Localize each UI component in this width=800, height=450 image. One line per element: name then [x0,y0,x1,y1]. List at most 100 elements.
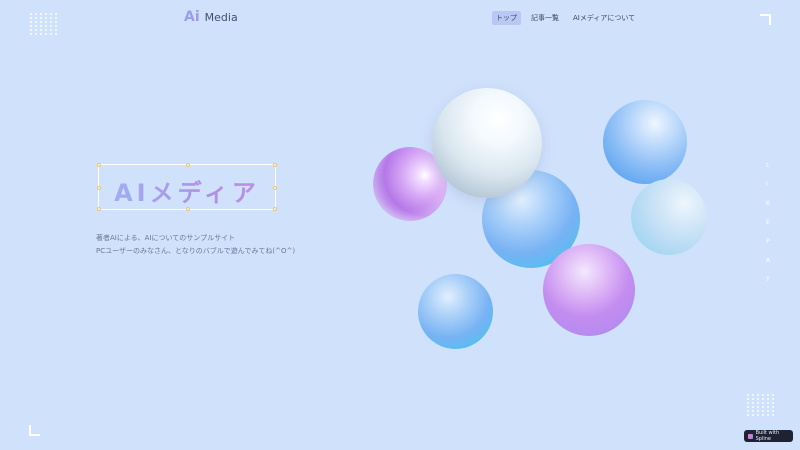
decorative-dot [767,398,769,400]
decorative-dot-grid-bottom-right [747,394,775,416]
decorative-dot [747,398,749,400]
decorative-dot [40,13,42,15]
decorative-dot [772,410,774,412]
decorative-dot [40,33,42,35]
decorative-dot [35,25,37,27]
decorative-dot [772,398,774,400]
decorative-dot [772,394,774,396]
main-nav: トップ 記事一覧 AIメディアについて [492,11,639,25]
decorative-dot [40,29,42,31]
decorative-dot [762,410,764,412]
decorative-dot [752,410,754,412]
decorative-dot [35,33,37,35]
hero-title: AIメディア [99,173,275,208]
decorative-dot [747,394,749,396]
nav-item-about[interactable]: AIメディアについて [569,11,639,25]
decorative-dot [45,13,47,15]
decorative-dot [772,406,774,408]
decorative-dot [767,394,769,396]
decorative-dot [55,29,57,31]
decorative-dot [757,406,759,408]
decorative-dot [55,13,57,15]
decorative-dot [30,21,32,23]
decorative-corner-bottom-left [29,425,40,436]
hero-description: 著者AIによる、AIについてのサンプルサイト PCユーザーのみなさん、となりのバ… [96,232,295,258]
decorative-dot [30,17,32,19]
spline-icon [748,433,753,439]
decorative-dot [762,398,764,400]
decorative-dot [747,410,749,412]
logo-text: Media [204,10,238,24]
side-letter: Y [766,276,770,283]
side-letter: A [766,257,771,264]
decorative-dot [30,25,32,27]
side-letter: K [766,200,770,207]
decorative-dot [752,394,754,396]
decorative-dot [767,410,769,412]
decorative-dot [50,17,52,19]
decorative-dot [757,394,759,396]
decorative-dot [55,33,57,35]
hero-title-frame: AIメディア [97,163,277,211]
frame-handle [97,163,101,167]
side-vertical-text: L I K E P A Y [766,162,770,283]
decorative-corner-top-right [760,14,771,25]
decorative-dot [752,402,754,404]
decorative-dot [752,406,754,408]
decorative-dot [50,13,52,15]
logo-mark: Ai [184,9,200,25]
frame-handle [186,163,190,167]
decorative-dot [50,25,52,27]
decorative-dot [45,25,47,27]
decorative-dot [752,398,754,400]
decorative-dot [757,410,759,412]
nav-item-top[interactable]: トップ [492,11,521,25]
decorative-dot [50,33,52,35]
side-letter: L [766,162,770,169]
decorative-dot [45,29,47,31]
decorative-dot [762,402,764,404]
nav-item-articles[interactable]: 記事一覧 [527,11,563,25]
hero-description-line: 著者AIによる、AIについてのサンプルサイト [96,234,236,242]
decorative-dot [747,406,749,408]
decorative-dot [50,29,52,31]
site-logo[interactable]: Ai Media [184,9,238,25]
decorative-dot [35,13,37,15]
decorative-dot [30,13,32,15]
decorative-dot [40,25,42,27]
frame-handle [273,163,277,167]
bubble-pale-right[interactable] [631,179,707,255]
decorative-dot [762,394,764,396]
side-letter: I [766,181,768,188]
decorative-dot-grid-top-left [30,13,58,35]
bubble-purple-bottom[interactable] [543,244,635,336]
decorative-dot [35,29,37,31]
decorative-dot [40,17,42,19]
decorative-dot [772,414,774,416]
decorative-dot [45,33,47,35]
decorative-dot [757,414,759,416]
decorative-dot [762,414,764,416]
decorative-dot [757,402,759,404]
bubble-white-top[interactable] [432,88,542,198]
built-with-spline-badge[interactable]: Built with Spline [744,430,793,442]
decorative-dot [55,21,57,23]
decorative-dot [45,21,47,23]
decorative-dot [767,414,769,416]
side-letter: E [766,219,770,226]
side-letter: P [766,238,770,245]
decorative-dot [35,17,37,19]
decorative-dot [767,406,769,408]
badge-label: Built with Spline [755,430,780,442]
decorative-dot [30,29,32,31]
decorative-dot [40,21,42,23]
decorative-dot [35,21,37,23]
bubble-blue-right[interactable] [603,100,687,184]
decorative-dot [762,406,764,408]
decorative-dot [45,17,47,19]
decorative-dot [772,402,774,404]
bubble-blue-bottom-left[interactable] [418,274,493,349]
decorative-dot [55,25,57,27]
decorative-dot [55,17,57,19]
hero-description-line: PCユーザーのみなさん、となりのバブルで遊んでみてね(^O^) [96,247,296,255]
